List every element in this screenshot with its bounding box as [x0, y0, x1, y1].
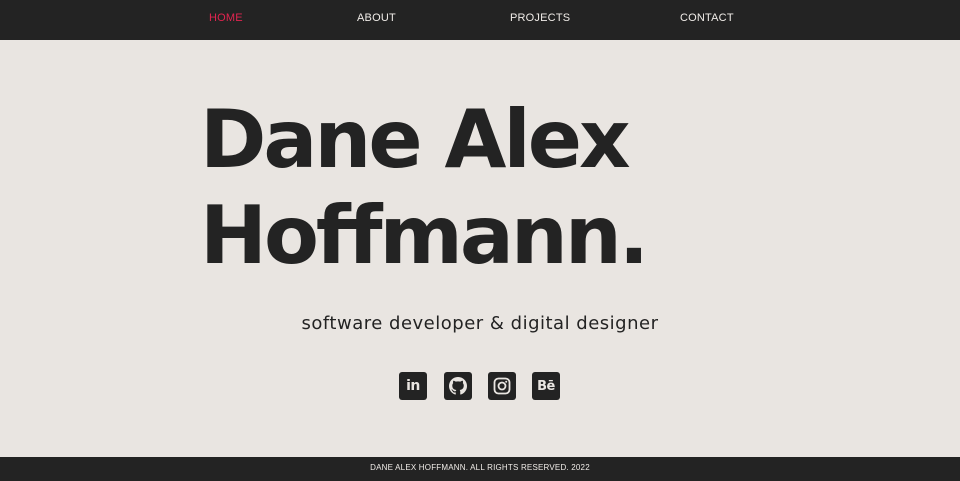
nav-link-home[interactable]: HOME: [209, 12, 243, 24]
nav-link-about[interactable]: ABOUT: [357, 12, 396, 24]
hero-name-line-2: Hoffmann.: [200, 189, 649, 282]
behance-icon: Bē: [537, 378, 555, 394]
nav-link-contact[interactable]: CONTACT: [680, 12, 734, 24]
instagram-link[interactable]: [488, 372, 516, 400]
footer-copyright: DANE ALEX HOFFMANN. ALL RIGHTS RESERVED.…: [370, 463, 590, 472]
hero-name-line-1: Dane Alex: [200, 93, 631, 186]
social-links: in Bē: [399, 372, 561, 402]
nav-link-projects[interactable]: PROJECTS: [510, 12, 570, 24]
linkedin-icon: in: [406, 378, 420, 394]
behance-link[interactable]: Bē: [532, 372, 560, 400]
footer: DANE ALEX HOFFMANN. ALL RIGHTS RESERVED.…: [0, 457, 960, 481]
github-icon: [449, 377, 467, 395]
tagline: software developer & digital designer: [301, 313, 659, 334]
linkedin-link[interactable]: in: [399, 372, 427, 400]
hero-name: Dane Alex Hoffmann.: [200, 92, 649, 284]
github-link[interactable]: [444, 372, 472, 400]
instagram-icon: [493, 377, 511, 395]
page: HOME ABOUT PROJECTS CONTACT Dane Alex Ho…: [0, 0, 960, 481]
top-navigation: HOME ABOUT PROJECTS CONTACT: [0, 0, 960, 40]
